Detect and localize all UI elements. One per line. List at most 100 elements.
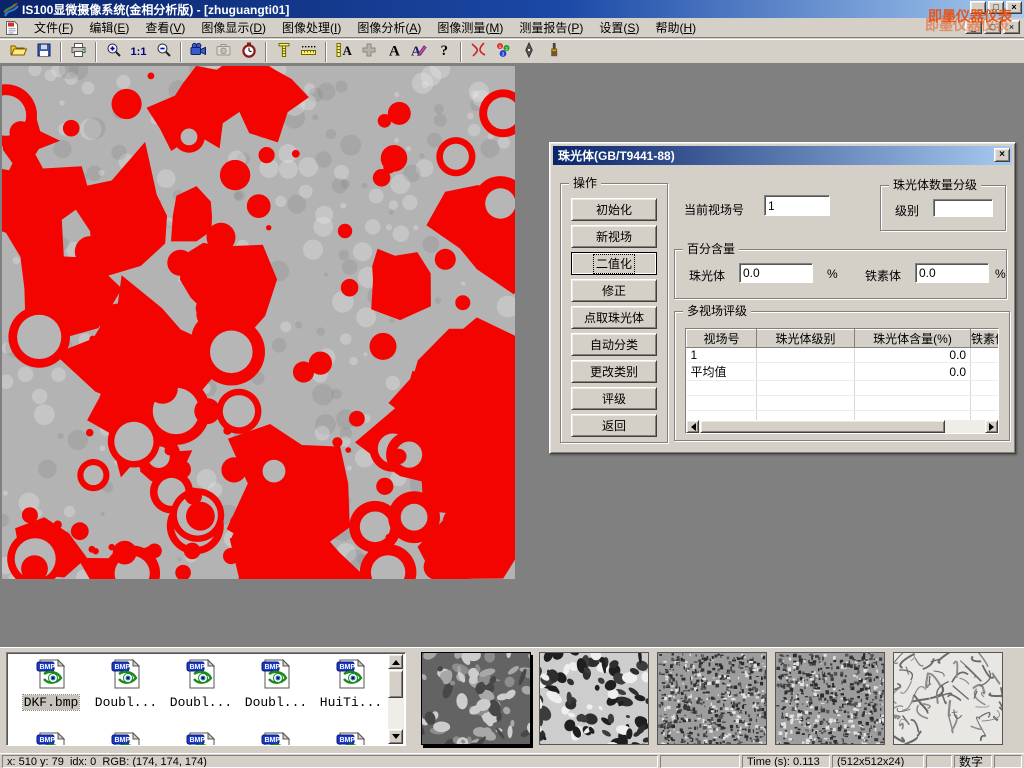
file-item-1[interactable]: BMPDKF.bmp bbox=[15, 658, 87, 710]
text-button[interactable]: A bbox=[381, 41, 406, 63]
op-button-2[interactable]: 新视场 bbox=[571, 225, 657, 248]
rating-cell bbox=[971, 396, 1000, 411]
thumbnail-2[interactable] bbox=[539, 652, 649, 745]
annotate-button[interactable]: A bbox=[406, 41, 431, 63]
file-list-scrollbar[interactable] bbox=[388, 654, 404, 744]
mdi-minimize-button[interactable]: _ bbox=[965, 20, 982, 34]
file-scroll-down-button[interactable] bbox=[388, 729, 403, 744]
file-item-row2-4[interactable]: BMP bbox=[240, 731, 312, 746]
file-item-4[interactable]: BMPDoubl... bbox=[240, 658, 312, 710]
save-button[interactable] bbox=[31, 41, 56, 63]
table-hscrollbar[interactable] bbox=[686, 420, 998, 433]
minimize-button[interactable]: _ bbox=[970, 1, 986, 14]
annotate-icon: A bbox=[410, 42, 427, 61]
pen-icon bbox=[521, 42, 537, 61]
bmp-file-icon: BMP bbox=[15, 731, 87, 746]
scroll-right-button[interactable] bbox=[985, 420, 998, 433]
dialog-titlebar[interactable]: 珠光体(GB/T9441-88) × bbox=[553, 146, 1012, 165]
print-button[interactable] bbox=[66, 41, 91, 63]
rating-cell bbox=[757, 363, 855, 381]
thumbnail-3[interactable] bbox=[657, 652, 767, 745]
file-name: DKF.bmp bbox=[23, 695, 80, 710]
file-list[interactable]: BMPDKF.bmpBMPDoubl...BMPDoubl...BMPDoubl… bbox=[6, 652, 406, 746]
menu-item-7[interactable]: 图像测量(M) bbox=[429, 17, 511, 38]
op-button-4[interactable]: 修正 bbox=[571, 279, 657, 302]
op-button-5[interactable]: 点取珠光体 bbox=[571, 306, 657, 329]
actual-size-button[interactable]: 1:1 bbox=[126, 41, 151, 63]
close-button[interactable]: × bbox=[1006, 1, 1022, 14]
pearlite-percent-input[interactable] bbox=[739, 263, 813, 283]
window-titlebar[interactable]: IS100显微摄像系统(金相分析版) - [zhuguangti01] _ □ … bbox=[0, 0, 1024, 18]
ferrite-percent-input[interactable] bbox=[915, 263, 989, 283]
level-input[interactable] bbox=[933, 199, 993, 217]
menu-item-5[interactable]: 图像处理(I) bbox=[274, 17, 349, 38]
zoom-out-button[interactable] bbox=[151, 41, 176, 63]
caliper-button[interactable] bbox=[271, 41, 296, 63]
thumbnail-4[interactable] bbox=[775, 652, 885, 745]
scroll-left-button[interactable] bbox=[686, 420, 699, 433]
help-button[interactable]: ? bbox=[431, 41, 456, 63]
menu-item-1[interactable]: 文件(F) bbox=[26, 17, 81, 38]
current-field-input[interactable] bbox=[764, 195, 830, 216]
file-item-row2-2[interactable]: BMP bbox=[90, 731, 162, 746]
file-scroll-thumb[interactable] bbox=[388, 670, 403, 698]
op-button-6[interactable]: 自动分类 bbox=[571, 333, 657, 356]
rating-cell: 平均值 bbox=[687, 363, 757, 381]
rating-row-2[interactable]: 平均值0.0 bbox=[687, 363, 1000, 381]
mdi-close-button[interactable]: × bbox=[1003, 20, 1020, 34]
rating-col-header-3[interactable]: 珠光体含量(%) bbox=[855, 330, 971, 348]
op-button-1[interactable]: 初始化 bbox=[571, 198, 657, 221]
ruler-button[interactable] bbox=[296, 41, 321, 63]
time-status: Time (s): 0.113 bbox=[742, 755, 830, 768]
mdi-restore-button[interactable]: □ bbox=[984, 20, 1001, 34]
rating-col-header-1[interactable]: 视场号 bbox=[687, 330, 757, 348]
rating-cell bbox=[971, 363, 1000, 381]
op-button-9[interactable]: 返回 bbox=[571, 414, 657, 437]
rating-row-3[interactable] bbox=[687, 381, 1000, 396]
thumbnail-1[interactable] bbox=[421, 652, 531, 745]
scroll-thumb[interactable] bbox=[700, 420, 945, 433]
brush-button[interactable] bbox=[541, 41, 566, 63]
video-camera-button[interactable] bbox=[186, 41, 211, 63]
open-button[interactable] bbox=[6, 41, 31, 63]
timer-button[interactable] bbox=[236, 41, 261, 63]
svg-text:BMP: BMP bbox=[340, 664, 356, 671]
rating-cell bbox=[971, 348, 1000, 363]
pen-button[interactable] bbox=[516, 41, 541, 63]
camera-button[interactable] bbox=[211, 41, 236, 63]
classify-button[interactable]: 123 bbox=[491, 41, 516, 63]
file-scroll-up-button[interactable] bbox=[388, 654, 403, 669]
file-item-row2-1[interactable]: BMP bbox=[15, 731, 87, 746]
dialog-close-button[interactable]: × bbox=[994, 148, 1010, 162]
rating-row-4[interactable] bbox=[687, 396, 1000, 411]
measure-text-button[interactable]: A bbox=[331, 41, 356, 63]
thumbnail-5[interactable] bbox=[893, 652, 1003, 745]
rating-row-1[interactable]: 10.0 bbox=[687, 348, 1000, 363]
grading-group: 珠光体数量分级 级别 bbox=[880, 185, 1006, 231]
file-item-row2-3[interactable]: BMP bbox=[165, 731, 237, 746]
menu-item-6[interactable]: 图像分析(A) bbox=[349, 17, 429, 38]
op-button-8[interactable]: 评级 bbox=[571, 387, 657, 410]
file-item-5[interactable]: BMPHuiTi... bbox=[315, 658, 387, 710]
curve-button[interactable] bbox=[466, 41, 491, 63]
move-cross-button[interactable] bbox=[356, 41, 381, 63]
maximize-button[interactable]: □ bbox=[988, 1, 1004, 14]
op-button-7[interactable]: 更改类别 bbox=[571, 360, 657, 383]
rating-table[interactable]: 视场号珠光体级别珠光体含量(%)铁素体含量(%)10.0平均值0.0 bbox=[685, 328, 999, 434]
menu-item-4[interactable]: 图像显示(D) bbox=[193, 17, 274, 38]
file-item-3[interactable]: BMPDoubl... bbox=[165, 658, 237, 710]
menu-item-9[interactable]: 设置(S) bbox=[591, 17, 647, 38]
op-button-3[interactable]: 二值化 bbox=[571, 252, 657, 275]
file-item-2[interactable]: BMPDoubl... bbox=[90, 658, 162, 710]
file-item-row2-5[interactable]: BMP bbox=[315, 731, 387, 746]
zoom-in-button[interactable] bbox=[101, 41, 126, 63]
menu-item-10[interactable]: 帮助(H) bbox=[647, 17, 704, 38]
menu-item-2[interactable]: 编辑(E) bbox=[81, 17, 137, 38]
toolbar: 1:1AAA?123 bbox=[0, 39, 1024, 64]
menu-item-3[interactable]: 查看(V) bbox=[137, 17, 193, 38]
current-field-label: 当前视场号 bbox=[684, 201, 744, 218]
menu-item-8[interactable]: 测量报告(P) bbox=[511, 17, 591, 38]
rating-col-header-4[interactable]: 铁素体含量(%) bbox=[971, 330, 1000, 348]
rating-col-header-2[interactable]: 珠光体级别 bbox=[757, 330, 855, 348]
specimen-image[interactable] bbox=[2, 66, 515, 579]
